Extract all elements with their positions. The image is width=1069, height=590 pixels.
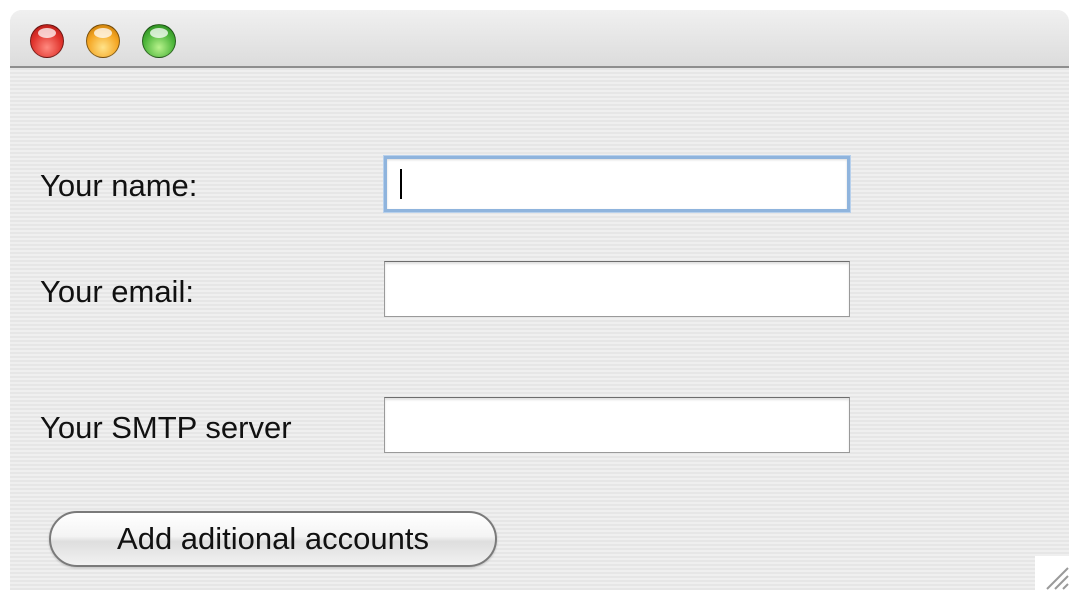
minimize-window-button[interactable] xyxy=(86,24,120,58)
zoom-window-button[interactable] xyxy=(142,24,176,58)
email-input[interactable] xyxy=(384,261,850,317)
resize-grip-icon[interactable] xyxy=(1035,556,1069,590)
close-window-button[interactable] xyxy=(30,24,64,58)
text-caret xyxy=(400,169,402,199)
name-input[interactable] xyxy=(384,156,850,212)
app-window: Your name: Your email: Your SMTP server … xyxy=(10,10,1069,590)
name-label: Your name: xyxy=(40,168,198,203)
smtp-server-input[interactable] xyxy=(384,397,850,453)
title-bar[interactable] xyxy=(10,10,1069,68)
email-label: Your email: xyxy=(40,274,194,309)
add-additional-accounts-button[interactable]: Add aditional accounts xyxy=(49,511,497,567)
smtp-server-label: Your SMTP server xyxy=(40,410,292,445)
resize-grip-lines-icon xyxy=(1046,567,1069,590)
